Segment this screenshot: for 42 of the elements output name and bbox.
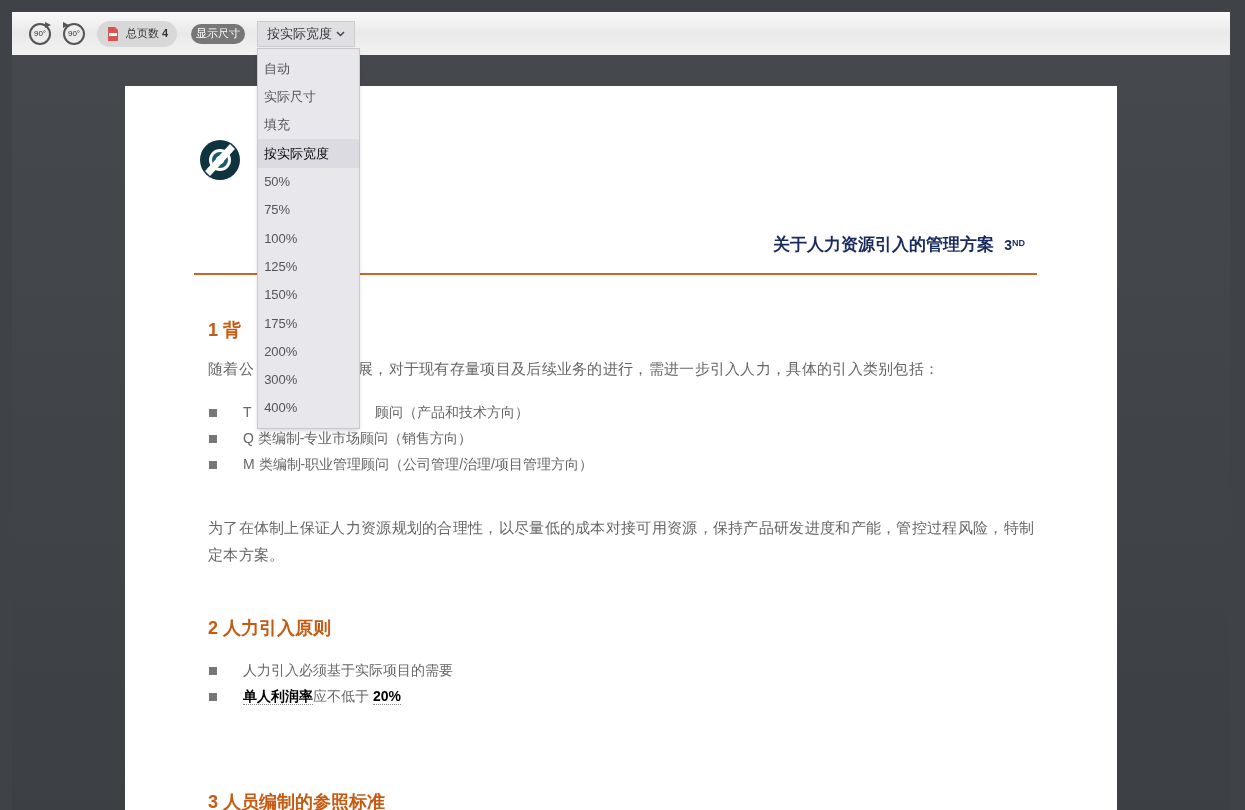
body-text: 单人利润率应不低于 20% [243,687,401,707]
body-text: 人力引入必须基于实际项目的需要 [243,661,453,680]
body-text: M 类编制-职业管理顾问（公司管理/治理/项目管理方向） [243,455,593,474]
pdf-file-icon [106,26,120,41]
zoom-option[interactable]: 填充 [258,111,360,140]
document-mark: 3$^{ND}$ [1004,236,1025,255]
zoom-option[interactable]: 实际尺寸 [258,82,360,112]
bullet-icon [209,460,217,469]
body-text: T [243,403,252,422]
zoom-option[interactable]: 175% [258,309,360,338]
bullet-icon [209,408,217,417]
document-title: 关于人力资源引入的管理方案 [773,234,995,256]
rotate-left-button[interactable]: 90° [29,22,51,45]
section-heading: 1 背 [208,318,241,342]
arrow-icon [63,21,69,28]
zoom-option[interactable]: 150% [258,280,360,310]
zoom-select[interactable]: 按实际宽度 [257,20,356,47]
body-text: 顾问（产品和技术方向） [374,403,529,422]
bullet-icon [209,692,217,701]
bullet-icon [209,666,217,675]
zoom-option[interactable]: 自动 [258,54,360,83]
zoom-option[interactable]: 100% [258,224,360,253]
bullet-icon [209,434,217,443]
body-text: 为了在体制上保证人力资源规划的合理性，以尽量低的成本对接可用资源，保持产品研发进度和产能，管控过程风险，特制定本方案。 [208,518,1036,565]
zoom-option[interactable]: 125% [258,252,360,281]
size-toggle-button[interactable]: 显示尺寸 [191,23,246,44]
body-text: 随着公 [208,359,254,379]
page-count-label: 总页数 [126,26,159,42]
rotate-right-button[interactable]: 90° [63,22,85,45]
zoom-option[interactable]: 按实际宽度 [258,139,360,168]
arrow-icon [45,21,51,28]
zoom-option[interactable]: 300% [258,365,360,395]
zoom-option[interactable]: 75% [258,196,360,225]
page-count-value: 4 [162,26,169,42]
section-heading: 2 人力引入原则 [208,616,331,640]
body-text: 展，对于现有存量项目及后续业务的进行，需进一步引入人力，具体的引入类别包括： [357,359,940,379]
zoom-option[interactable]: 50% [258,167,360,196]
zoom-option[interactable]: 200% [258,337,360,366]
body-text: Q 类编制-专业市场顾问（销售方向） [243,429,473,448]
chevron-down-icon [336,30,346,37]
logo-icon [200,140,240,180]
zoom-option[interactable]: 400% [258,394,360,423]
